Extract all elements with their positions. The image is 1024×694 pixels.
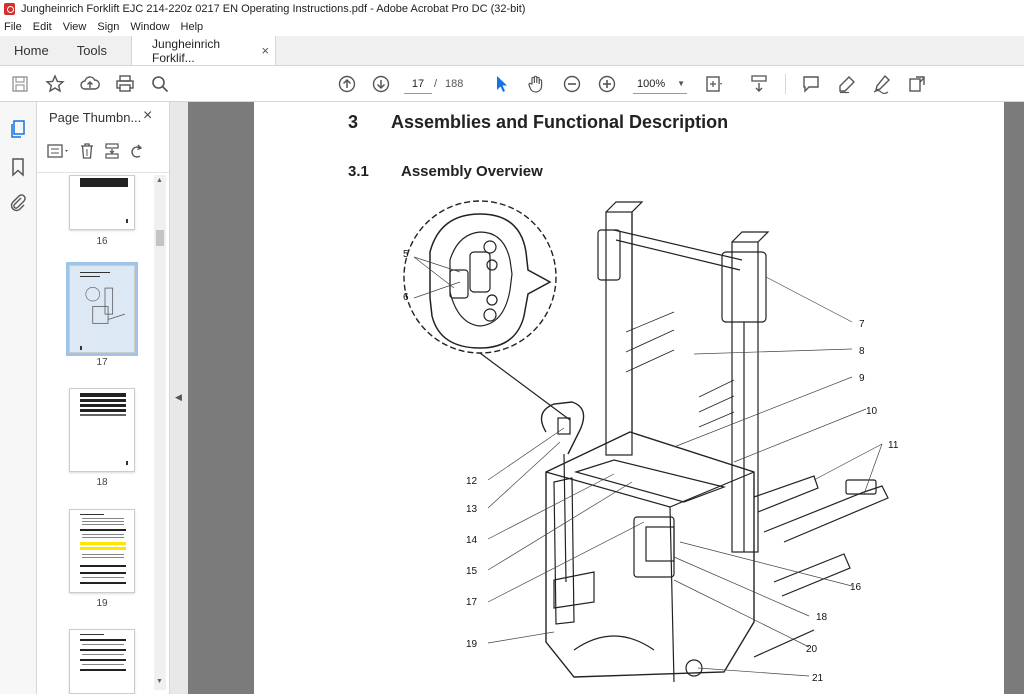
callout-14: 14 [466,535,478,546]
page-thumbnail-18[interactable] [69,388,135,472]
assembly-overview-diagram: 5 6 7 8 9 10 11 12 13 14 15 16 17 18 19 … [403,200,899,684]
menu-window[interactable]: Window [130,21,169,33]
zoom-chevron-down-icon: ▼ [677,79,685,88]
callout-13: 13 [466,504,478,515]
page-thumbnail-20[interactable] [69,629,135,694]
callout-5: 5 [403,249,409,260]
panel-tools [47,142,143,163]
callout-11: 11 [888,440,899,451]
acrobat-icon [4,3,15,15]
rotate-page-icon[interactable] [129,142,143,163]
menu-bar: File Edit View Sign Window Help [0,18,1024,36]
zoom-out-icon[interactable] [561,73,583,95]
main-toolbar: 17 / 188 100% ▼ [0,66,1024,102]
tab-bar: Home Tools Jungheinrich Forklif... × [0,36,1024,66]
highlight-pen-icon[interactable] [836,73,858,95]
panel-collapse-strip[interactable]: ◀ [170,102,188,694]
callout-21: 21 [812,673,824,684]
toolbar-divider [785,74,786,94]
bookmarks-icon[interactable] [8,157,28,177]
cloud-upload-icon[interactable] [79,73,101,95]
scroll-down-icon[interactable]: ▼ [156,678,163,685]
thumbnail-scrollbar[interactable]: ▲ ▼ [154,175,166,690]
save-icon[interactable] [9,73,31,95]
print-icon[interactable] [114,73,136,95]
panel-title: Page Thumbn... [49,110,142,125]
menu-help[interactable]: Help [181,21,204,33]
menu-sign[interactable]: Sign [97,21,119,33]
menu-file[interactable]: File [4,21,22,33]
delete-page-icon[interactable] [79,142,95,163]
page-thumbnails-panel: Page Thumbn... × 16 17 18 19 ▲ ▼ [37,102,170,694]
zoom-level-value: 100% [637,78,666,90]
callout-9: 9 [859,373,865,384]
hand-tool-icon[interactable] [525,73,547,95]
zoom-in-icon[interactable] [596,73,618,95]
share-icon[interactable] [906,73,928,95]
callout-10: 10 [866,406,878,417]
panel-divider [37,172,169,173]
zoom-level-select[interactable]: 100% ▼ [633,74,687,94]
page-number-input[interactable]: 17 [404,74,432,94]
page-thumbnail-17[interactable] [66,262,138,356]
thumbnail-options-icon[interactable] [47,143,71,162]
title-bar: Jungheinrich Forklift EJC 214-220z 0217 … [0,0,1024,18]
page-thumbnail-label: 19 [96,598,108,609]
callout-15: 15 [466,566,478,577]
page-thumbnail-label: 18 [96,477,108,488]
scroll-mode-icon[interactable] [748,73,770,95]
tab-document-label: Jungheinrich Forklif... [152,36,221,65]
callout-18: 18 [816,612,828,623]
page-thumbnail-label: 16 [96,236,108,247]
panel-close-icon[interactable]: × [143,107,152,125]
next-page-icon[interactable] [370,73,392,95]
attachments-icon[interactable] [8,193,28,213]
page-thumbnails-icon[interactable] [8,119,28,139]
callout-17: 17 [466,597,478,608]
callout-20: 20 [806,644,818,655]
callout-8: 8 [859,346,865,357]
sign-pen-icon[interactable] [871,73,893,95]
callout-6: 6 [403,292,409,303]
page-thumbnail-16[interactable] [69,175,135,230]
callout-16: 16 [850,582,862,593]
tab-close-icon[interactable]: × [261,43,269,58]
previous-page-icon[interactable] [336,73,358,95]
menu-edit[interactable]: Edit [33,21,52,33]
scrollbar-thumb[interactable] [156,230,164,246]
pdf-page: 3 Assemblies and Functional Description … [254,102,1004,694]
callout-12: 12 [466,476,478,487]
callout-7: 7 [859,319,865,330]
tab-document[interactable]: Jungheinrich Forklif... × [131,36,277,65]
page-total: 188 [445,78,464,90]
extract-pages-icon[interactable] [103,142,121,163]
bookmark-star-icon[interactable] [44,73,66,95]
document-viewport[interactable]: 3 Assemblies and Functional Description … [188,102,1024,694]
search-icon[interactable] [149,73,171,95]
tab-tools[interactable]: Tools [63,36,121,65]
page-thumbnail-19[interactable] [69,509,135,593]
page-fit-icon[interactable] [703,73,725,95]
select-cursor-icon[interactable] [490,73,512,95]
comment-icon[interactable] [800,73,822,95]
callout-19: 19 [466,639,478,650]
menu-view[interactable]: View [63,21,87,33]
tab-home[interactable]: Home [0,36,63,65]
navigation-rail [0,102,37,694]
window-title: Jungheinrich Forklift EJC 214-220z 0217 … [21,3,526,15]
scroll-up-icon[interactable]: ▲ [156,177,163,184]
page-separator: / [434,78,438,90]
thumbnail-forklift-figure [85,286,126,324]
page-thumbnail-label: 17 [96,357,108,368]
collapse-panel-icon[interactable]: ◀ [175,392,182,403]
